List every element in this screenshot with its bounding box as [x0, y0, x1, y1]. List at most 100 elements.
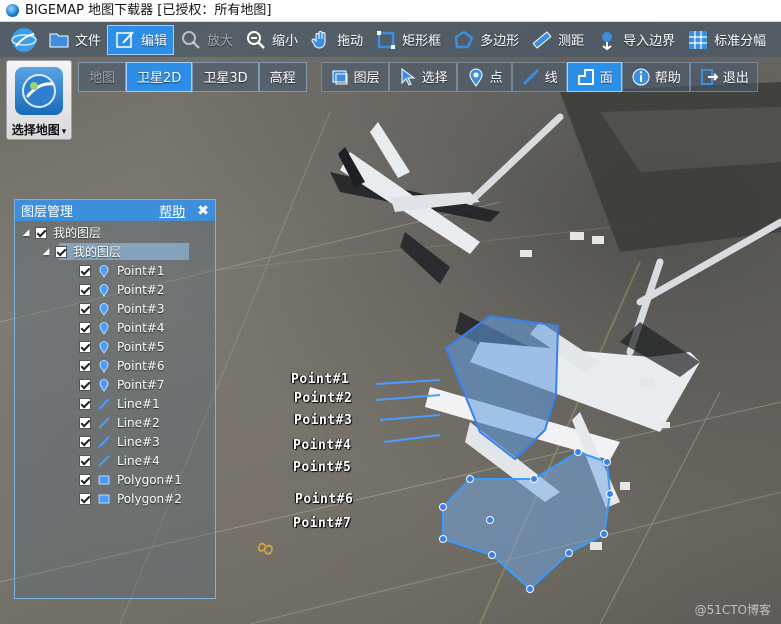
layer-panel-help-link[interactable]: 帮助	[159, 201, 185, 220]
line-button[interactable]: 线	[511, 61, 567, 92]
layer-item-checkbox[interactable]	[79, 283, 91, 296]
expand-toggle-icon[interactable]: ◢	[21, 228, 31, 238]
layer-item-checkbox[interactable]	[79, 378, 91, 391]
rectangle-icon	[377, 30, 396, 49]
exit-button[interactable]: 退出	[689, 61, 758, 92]
layer-item-row[interactable]: Point#3	[15, 299, 215, 318]
layer-item-checkbox[interactable]	[79, 492, 91, 505]
layer-item-label: Polygon#2	[117, 491, 182, 506]
hand-icon	[311, 30, 326, 49]
point-layer-icon	[99, 321, 109, 335]
google-earth-icon	[15, 67, 63, 115]
exit-icon	[700, 68, 719, 85]
layer-item-row[interactable]: Polygon#1	[15, 470, 215, 489]
toolbar-measure-button[interactable]: 测距	[525, 25, 590, 55]
map-label-point-3[interactable]: Point#3	[294, 413, 352, 428]
layers-button[interactable]: 图层	[320, 61, 389, 92]
layer-item-label: Point#1	[117, 263, 165, 278]
layer-item-label: Line#3	[117, 434, 160, 449]
point-button[interactable]: 点	[456, 61, 512, 92]
layer-item-checkbox[interactable]	[79, 264, 91, 277]
map-label-point-7[interactable]: Point#7	[293, 516, 351, 531]
layer-item-row[interactable]: Line#3	[15, 432, 215, 451]
tree-group-checkbox[interactable]	[55, 245, 67, 258]
layer-item-row[interactable]: Point#6	[15, 356, 215, 375]
layer-item-row[interactable]: Line#1	[15, 394, 215, 413]
line-layer-icon	[98, 435, 110, 448]
import-icon	[602, 31, 613, 50]
watermark: @51CTO博客	[694, 603, 771, 617]
layer-item-row[interactable]: Line#4	[15, 451, 215, 470]
toolbar-standard-grid-button[interactable]: 标准分幅	[681, 25, 772, 55]
layer-item-checkbox[interactable]	[79, 473, 91, 486]
layer-item-row[interactable]: Line#2	[15, 413, 215, 432]
runway-marking: 8	[252, 539, 279, 559]
info-icon	[632, 68, 650, 85]
layer-item-checkbox[interactable]	[79, 321, 91, 334]
map-label-point-4[interactable]: Point#4	[293, 438, 351, 453]
polygon-layer-icon	[98, 494, 110, 503]
window-title: BIGEMAP 地图下载器 [已授权：所有地图]	[25, 2, 272, 18]
aircraft-1	[330, 122, 500, 284]
area-icon	[577, 68, 594, 85]
toolbar-zoom-out-button[interactable]: 缩小	[239, 25, 304, 55]
line-layer-icon	[98, 397, 110, 410]
help-button[interactable]: 帮助	[621, 61, 690, 92]
map-type-sat3d[interactable]: 卫星3D	[192, 61, 259, 92]
tree-root-row[interactable]: ◢ 我的图层	[15, 223, 215, 242]
select-map-button[interactable]: 选择地图 ▾	[6, 60, 72, 140]
layer-item-checkbox[interactable]	[79, 340, 91, 353]
map-label-point-6[interactable]: Point#6	[295, 492, 353, 507]
layer-item-checkbox[interactable]	[79, 397, 91, 410]
polygon-icon	[454, 29, 474, 48]
select-icon	[401, 67, 416, 86]
map-label-point-1[interactable]: Point#1	[291, 372, 349, 387]
map-label-point-2[interactable]: Point#2	[294, 391, 352, 406]
toolbar-rectangle-button[interactable]: 矩形框	[369, 25, 447, 55]
layer-item-label: Point#3	[117, 301, 165, 316]
toolbar-file-button[interactable]: 文件	[42, 25, 107, 55]
layer-item-label: Line#1	[117, 396, 160, 411]
point-layer-icon	[99, 264, 109, 278]
layer-item-label: Point#2	[117, 282, 165, 297]
layer-item-row[interactable]: Point#2	[15, 280, 215, 299]
layer-item-checkbox[interactable]	[79, 359, 91, 372]
toolbar-edit-button[interactable]: 编辑	[107, 24, 175, 55]
map-type-sat2d[interactable]: 卫星2D	[126, 61, 193, 92]
map-type-elevation[interactable]: 高程	[258, 61, 307, 92]
map-type-map[interactable]: 地图	[78, 61, 127, 92]
select-button[interactable]: 选择	[388, 61, 457, 92]
layer-item-checkbox[interactable]	[79, 435, 91, 448]
select-map-dropdown-icon: ▾	[61, 127, 67, 137]
point-layer-icon	[99, 283, 109, 297]
point-layer-icon	[99, 302, 109, 316]
toolbar-pan-button[interactable]: 拖动	[304, 25, 369, 55]
layer-item-row[interactable]: Point#1	[15, 261, 215, 280]
layer-item-checkbox[interactable]	[79, 302, 91, 315]
layer-item-checkbox[interactable]	[79, 416, 91, 429]
tree-root-checkbox[interactable]	[35, 226, 47, 239]
zoom-out-icon	[247, 30, 265, 49]
layer-panel-close-icon[interactable]: ✖	[197, 203, 209, 219]
layer-item-row[interactable]: Point#5	[15, 337, 215, 356]
layer-item-row[interactable]: Point#4	[15, 318, 215, 337]
layer-item-row[interactable]: Point#7	[15, 375, 215, 394]
line-layer-icon	[98, 454, 110, 467]
select-map-label: 选择地图	[11, 123, 60, 137]
layer-item-label: Point#5	[117, 339, 165, 354]
layer-item-checkbox[interactable]	[79, 454, 91, 467]
layer-item-label: Point#6	[117, 358, 165, 373]
toolbar-zoom-in-button[interactable]: 放大	[174, 25, 239, 55]
layer-panel-header: 图层管理 帮助 ✖	[15, 200, 215, 221]
layer-item-row[interactable]: Polygon#2	[15, 489, 215, 508]
expand-toggle-icon[interactable]: ◢	[41, 247, 51, 257]
title-bar: BIGEMAP 地图下载器 [已授权：所有地图]	[0, 0, 781, 22]
pin-icon	[469, 68, 483, 87]
toolbar-polygon-button[interactable]: 多边形	[447, 25, 525, 55]
toolbar-import-boundary-button[interactable]: 导入边界	[590, 25, 681, 55]
polygon-layer-icon	[98, 475, 110, 484]
tree-group-row[interactable]: ◢ 我的图层	[15, 242, 215, 261]
area-button[interactable]: 面	[566, 61, 622, 92]
map-label-point-5[interactable]: Point#5	[293, 460, 351, 475]
layer-tree: ◢ 我的图层 ◢ 我的图层 Point#1 Point#2 Point#3 Point…	[15, 221, 215, 508]
